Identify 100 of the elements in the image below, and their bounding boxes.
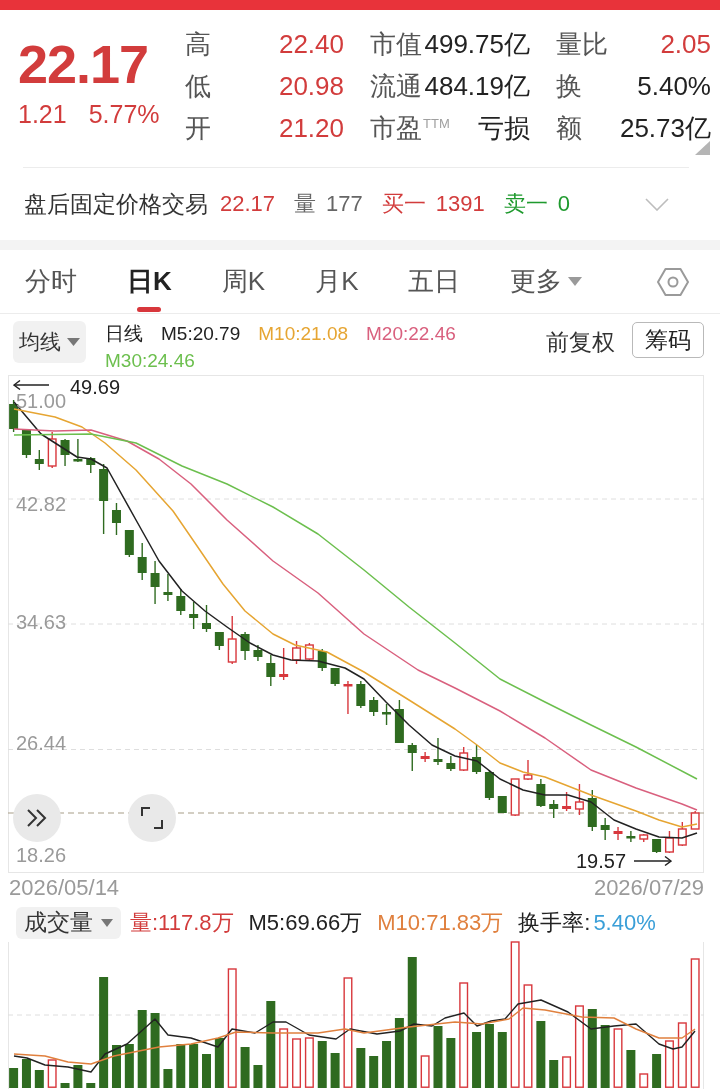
volume-bar [86,1083,96,1088]
more-menu-tab[interactable]: 更多 [510,250,583,313]
volume-bar [394,1018,404,1088]
candlestick [34,449,44,471]
price-axis-label: 34.63 [16,612,67,632]
volume-bar [240,1047,250,1088]
date-label: 2026/05/14 [9,875,120,901]
period-tab[interactable]: 周K [221,250,266,313]
candlestick [356,680,366,709]
after-hours-title: 盘后固定价格交易 [24,189,208,219]
volume-average-label: M10:71.83万 [377,908,504,937]
stat-label: 市盈$^{TTM}$ [370,111,450,145]
high-price-arrow [13,380,49,390]
candlestick [523,759,533,781]
moving-average-label: M10:21.08 [258,322,349,346]
change-percent: 5.77% [88,102,160,127]
candlestick [420,751,430,763]
low-price-label: 19.57 [576,851,627,871]
volume-selector[interactable]: 成交量 [16,906,121,939]
volume-bar [446,1038,456,1088]
volume-bar [536,1021,546,1088]
volume-bar [652,1054,662,1088]
stat-value: 2.05 [660,28,711,60]
caret-icon [101,918,113,927]
turnover-value: 5.40% [593,909,656,936]
period-label: 日线 [105,322,143,346]
volume-bar [73,1065,83,1088]
volume-bar [549,1060,559,1088]
volume-bar [176,1044,186,1088]
candlestick [21,428,31,459]
last-price: 22.17 [18,37,150,91]
stat-value: 484.19亿 [424,69,530,103]
quote-label: 量 [294,190,317,218]
period-tab[interactable]: 分时 [25,250,77,313]
turnover-label: 换手率: [518,908,591,937]
stat-label: 开 [185,111,211,145]
volume-bar [202,1054,211,1088]
candlestick [189,601,199,630]
chips-button[interactable]: 筹码 [632,322,704,358]
double-chevron-button[interactable] [13,794,61,842]
candlestick [394,699,404,744]
date-label: 2026/07/29 [593,875,704,901]
period-tab[interactable]: 月K [315,250,359,313]
candlestick [124,529,134,558]
candlestick [587,789,597,832]
candlestick [137,542,147,581]
stat-label: 换 [556,69,582,103]
stat-label: 市值 [370,27,422,61]
candlestick [369,696,379,717]
fullscreen-icon [141,807,163,829]
indicator-selector[interactable]: 均线 [13,321,86,363]
adjustment-toggle[interactable]: 前复权 [546,327,615,357]
volume-bar [253,1065,263,1088]
volume-bar [472,1032,482,1088]
quote-label: 买一 [381,190,426,218]
price-axis-label: 18.26 [16,845,67,865]
candlestick [562,791,572,812]
candlestick [73,438,83,463]
candlestick [47,431,57,469]
candlestick [279,647,289,681]
candlestick [433,737,443,766]
candlestick [382,703,392,726]
stat-value: 5.40% [637,70,711,102]
volume-bar [369,1056,379,1088]
volume-average-label: M5:69.66万 [248,908,363,937]
candlestick [266,654,276,687]
candlestick [497,795,507,814]
candlestick [574,783,584,816]
candlestick [214,631,224,651]
after-hours-price: 22.17 [220,191,276,217]
candlestick [626,830,636,843]
moving-average-label: M20:22.46 [366,322,456,346]
period-tab[interactable]: 五日 [408,250,461,313]
volume-bar [433,1026,443,1088]
volume-bar [317,1041,327,1088]
caret-icon [67,338,80,346]
candlestick [484,769,494,801]
stat-label: 高 [185,27,211,61]
fullscreen-button[interactable] [128,794,176,842]
price-axis-label: 42.82 [16,494,67,514]
candlestick [317,648,327,672]
candlestick [150,560,160,605]
settings-icon[interactable] [657,265,689,298]
stat-value: 499.75亿 [424,27,530,61]
volume-bar [124,1044,134,1088]
candlestick [677,821,687,847]
price-change: 1.21 [18,102,67,127]
quote-value: 177 [326,191,363,217]
candlestick [240,631,250,661]
candlestick [600,817,610,841]
candlestick [253,644,263,662]
candlestick [227,615,237,665]
volume-bar [600,1025,610,1088]
candlestick [446,755,456,772]
volume-bar [356,1048,366,1088]
volume-bar [189,1044,199,1088]
quote-label: 卖一 [503,190,548,218]
period-tab[interactable]: 日K [127,250,172,313]
volume-bar [484,1024,494,1088]
stat-label: 低 [185,69,211,103]
